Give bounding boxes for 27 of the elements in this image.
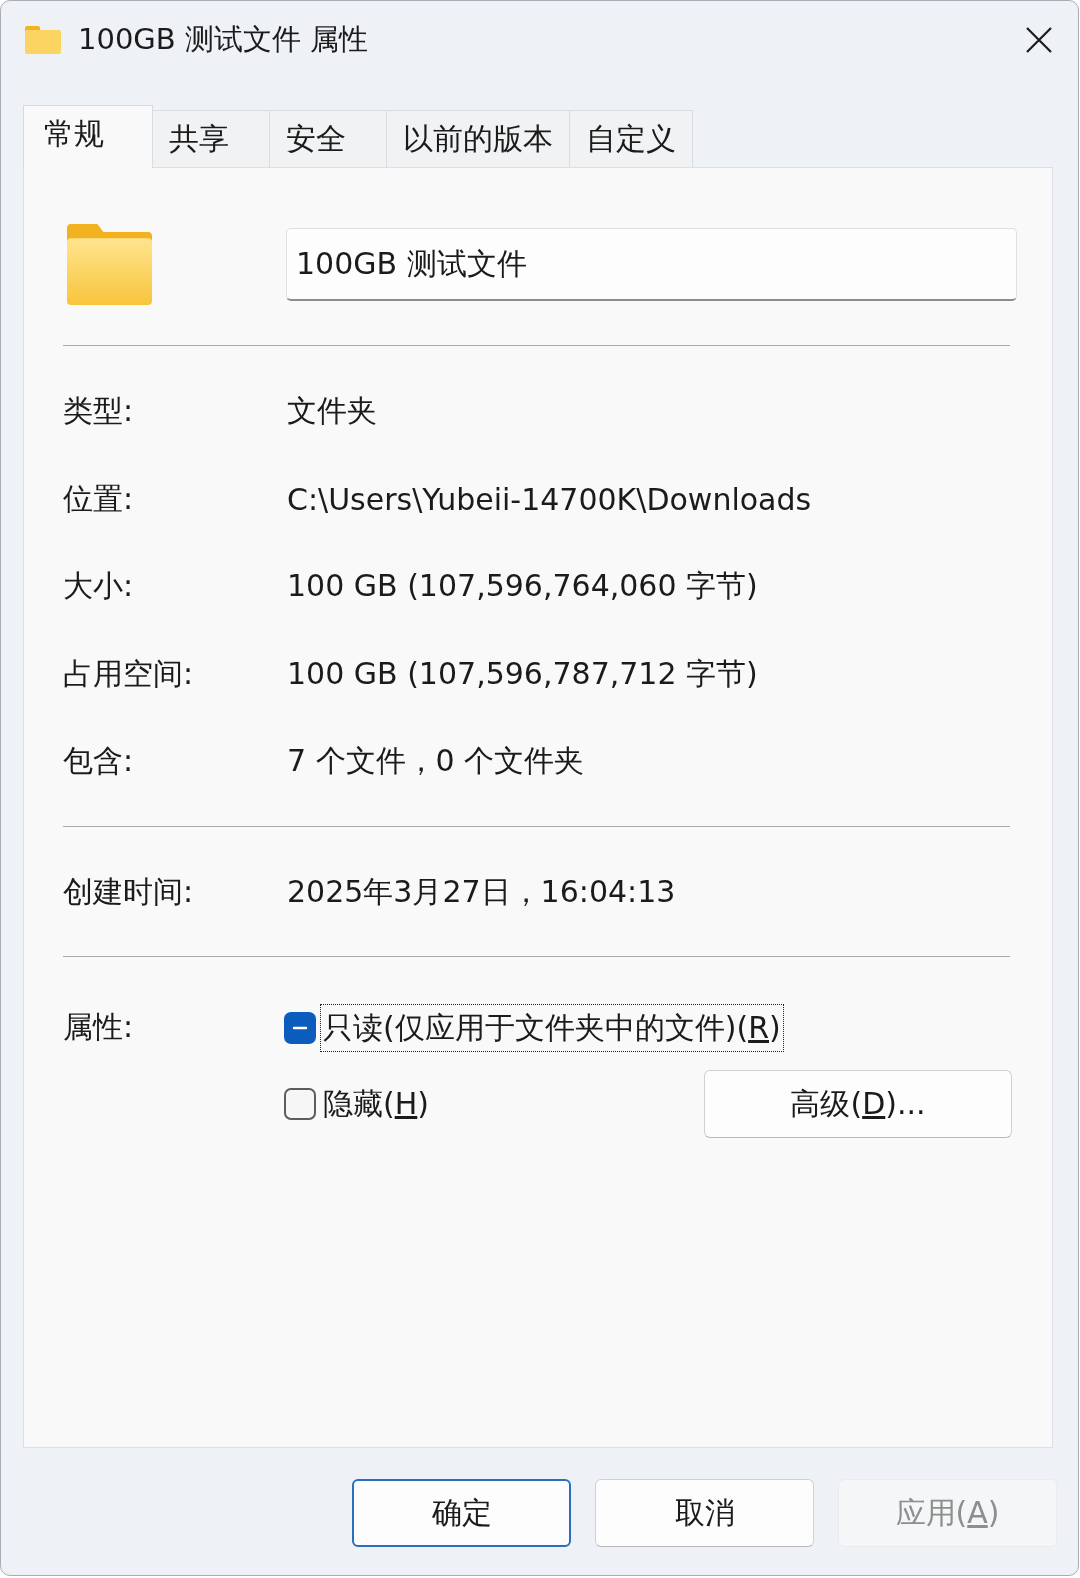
property-value: 7 个文件，0 个文件夹 (287, 742, 585, 781)
checkbox[interactable] (284, 1088, 316, 1120)
property-label: 占用空间: (63, 654, 194, 693)
property-label: 大小: (63, 567, 134, 606)
property-label: 包含: (63, 742, 134, 781)
tab[interactable]: 自定义 (569, 110, 693, 167)
property-label: 属性: (63, 1008, 134, 1046)
property-value: 100 GB (107,596,787,712 字节) (287, 654, 758, 693)
folder-icon (25, 26, 61, 54)
advanced-button[interactable]: 高级(D)... (704, 1070, 1012, 1138)
property-label: 位置: (63, 479, 134, 518)
checkbox-label[interactable]: 只读(仅应用于文件夹中的文件)(R) (320, 1004, 784, 1052)
checkbox-label[interactable]: 隐藏(H) (320, 1080, 432, 1128)
dialog-button[interactable]: 取消 (595, 1479, 814, 1547)
close-icon (1026, 27, 1052, 53)
property-value: 文件夹 (287, 392, 377, 431)
tab[interactable]: 常规 (23, 105, 153, 168)
folder-icon (67, 224, 152, 305)
property-label: 创建时间: (63, 872, 194, 911)
property-label: 类型: (63, 392, 134, 431)
property-value: 100 GB (107,596,764,060 字节) (287, 567, 758, 606)
name-field[interactable]: 100GB 测试文件 (286, 228, 1017, 301)
dialog-button[interactable]: 确定 (352, 1479, 571, 1547)
property-value: 2025年3月27日，16:04:13 (287, 872, 676, 911)
property-value: C:\Users\Yubeii-14700K\Downloads (287, 481, 812, 517)
window-title: 100GB 测试文件 属性 (78, 21, 369, 58)
checkbox[interactable] (284, 1012, 316, 1044)
